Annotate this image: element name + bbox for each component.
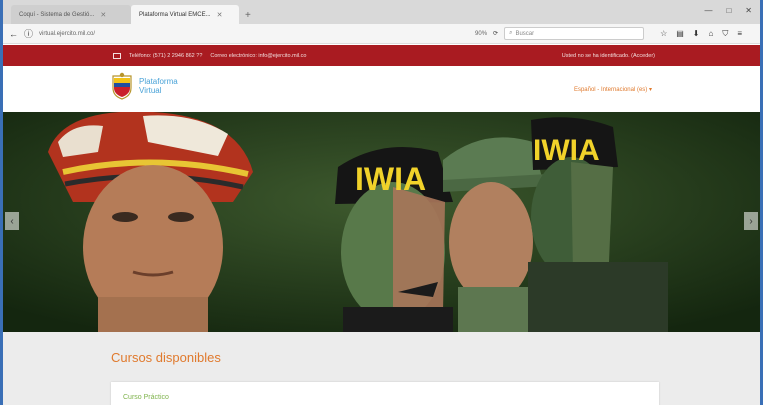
star-icon[interactable]: ☆: [660, 29, 667, 39]
search-icon: ⌕: [509, 30, 513, 36]
reload-icon[interactable]: ⟳: [493, 30, 498, 37]
navigation-bar: ← ⓘ virtual.ejercito.mil.co/ 90% ⟳ ⌕ Bus…: [3, 24, 760, 44]
zoom-level[interactable]: 90%: [475, 31, 487, 37]
mail-icon: [113, 52, 121, 59]
tab-label: Coquí - Sistema de Gestió...: [19, 11, 95, 18]
available-courses-section: Cursos disponibles Curso Práctico: [3, 332, 760, 405]
url-field[interactable]: virtual.ejercito.mil.co/: [39, 31, 449, 37]
site-logo[interactable]: Plataforma Virtual: [111, 72, 178, 100]
window-controls: — □ ✕: [704, 6, 752, 15]
contact-bar: Teléfono: (571) 2 2946 862 ?? Correo ele…: [3, 45, 760, 66]
logo-line-2: Virtual: [139, 86, 162, 95]
toolbar-icons: ☆ ▤ ⬇ ⌂ ⛉ ≡: [660, 29, 742, 39]
slider-prev-button[interactable]: ‹: [5, 212, 19, 230]
download-icon[interactable]: ⬇: [693, 29, 700, 39]
search-placeholder: Buscar: [515, 30, 535, 37]
hero-slider: IWIA IWIA ‹ ›: [3, 112, 760, 332]
tab-bar: Coquí - Sistema de Gestió... ✕ Plataform…: [3, 0, 760, 24]
clipboard-icon[interactable]: ▤: [676, 29, 684, 39]
browser-tab-1[interactable]: Coquí - Sistema de Gestió... ✕: [11, 5, 131, 24]
site-header: Plataforma Virtual Español - Internacion…: [3, 66, 760, 112]
new-tab-button[interactable]: +: [245, 10, 251, 21]
menu-icon[interactable]: ≡: [737, 29, 742, 39]
language-selector[interactable]: Español - Internacional (es) ▾: [574, 86, 652, 93]
close-tab-icon[interactable]: ✕: [100, 11, 106, 19]
close-tab-icon[interactable]: ✕: [217, 11, 223, 19]
shield-icon[interactable]: ⛉: [722, 29, 728, 39]
maximize-icon[interactable]: □: [726, 6, 731, 15]
hero-image: IWIA IWIA: [3, 112, 760, 332]
logo-line-1: Plataforma: [139, 77, 178, 86]
headband-text-2: IWIA: [533, 134, 600, 167]
back-arrow-icon[interactable]: ←: [9, 29, 18, 39]
browser-tab-2[interactable]: Plataforma Virtual EMCE... ✕: [131, 5, 239, 24]
headband-text-1: IWIA: [355, 161, 426, 197]
minimize-icon[interactable]: —: [704, 6, 712, 15]
contact-info: Teléfono: (571) 2 2946 862 ?? Correo ele…: [113, 52, 306, 59]
browser-window: Coquí - Sistema de Gestió... ✕ Plataform…: [0, 0, 763, 405]
email-text[interactable]: Correo electrónico: info@ejercito.mil.co: [210, 53, 306, 59]
course-title[interactable]: Curso Práctico: [123, 394, 169, 401]
course-card[interactable]: Curso Práctico: [111, 382, 659, 405]
coat-of-arms-icon: [112, 72, 132, 100]
section-title: Cursos disponibles: [111, 350, 221, 365]
slider-next-button[interactable]: ›: [744, 212, 758, 230]
info-icon[interactable]: ⓘ: [24, 27, 33, 40]
home-icon[interactable]: ⌂: [709, 29, 714, 39]
tab-label: Plataforma Virtual EMCE...: [139, 11, 211, 18]
logo-text: Plataforma Virtual: [139, 77, 178, 95]
search-input[interactable]: ⌕ Buscar: [504, 27, 645, 40]
phone-text: Teléfono: (571) 2 2946 862 ??: [129, 52, 203, 59]
close-window-icon[interactable]: ✕: [745, 6, 752, 15]
login-link[interactable]: Usted no se ha identificado. (Acceder): [562, 53, 655, 59]
